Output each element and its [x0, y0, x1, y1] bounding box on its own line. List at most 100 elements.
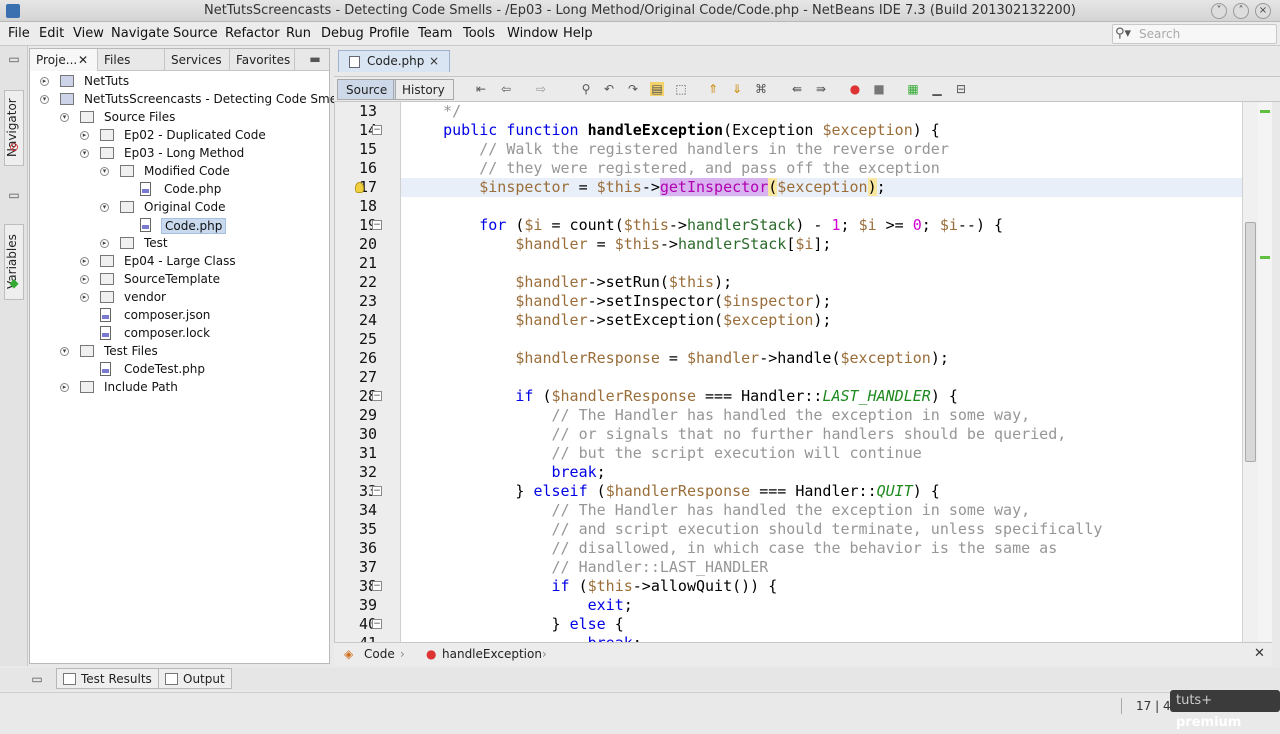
code-line[interactable]: $inspector = $this->getInspector($except… [401, 178, 1242, 197]
minimize-icon[interactable]: ˅ [1211, 3, 1227, 19]
code-line[interactable]: // Walk the registered handlers in the r… [401, 140, 1242, 159]
maximize-icon[interactable]: ˄ [1233, 3, 1249, 19]
menu-tools[interactable]: Tools [463, 26, 495, 41]
shift-left-icon[interactable]: ⇚ [790, 82, 804, 96]
project-tab-2[interactable]: Services [165, 49, 230, 71]
tree-item[interactable]: ▸ vendor [30, 289, 329, 307]
close-tab-icon[interactable]: × [429, 54, 439, 68]
code-line[interactable]: $handler->setInspector($inspector); [401, 292, 1242, 311]
tree-item[interactable]: ▸ Ep04 - Large Class [30, 253, 329, 271]
expand-toggle-icon[interactable]: ▾ [60, 113, 69, 122]
tree-item[interactable]: ▾ Original Code [30, 199, 329, 217]
breadcrumb-class[interactable]: Code [364, 647, 395, 661]
code-line[interactable]: // they were registered, and pass off th… [401, 159, 1242, 178]
expand-toggle-icon[interactable]: ▸ [100, 239, 109, 248]
code-line[interactable]: // Handler::LAST_HANDLER [401, 558, 1242, 577]
code-line[interactable]: // The Handler has handled the exception… [401, 501, 1242, 520]
expand-toggle-icon[interactable]: ▾ [40, 95, 49, 104]
find-icon[interactable]: ⚲ [579, 82, 593, 96]
minimize-panel-icon[interactable]: ▬ [308, 52, 322, 66]
menu-team[interactable]: Team [418, 26, 452, 41]
code-line[interactable]: // and script execution should terminate… [401, 520, 1242, 539]
code-line[interactable]: exit; [401, 596, 1242, 615]
menu-help[interactable]: Help [563, 26, 593, 41]
fold-toggle-icon[interactable]: − [372, 581, 382, 591]
tree-item[interactable]: ▾ Test Files [30, 343, 329, 361]
find-previous-icon[interactable]: ↶ [602, 82, 616, 96]
expand-toggle-icon[interactable]: ▸ [80, 131, 89, 140]
menu-profile[interactable]: Profile [369, 26, 409, 41]
project-tab-1[interactable]: Files [98, 49, 165, 71]
code-line[interactable]: $handler->setRun($this); [401, 273, 1242, 292]
test-results-tab[interactable]: Test Results [56, 668, 159, 689]
expand-toggle-icon[interactable]: ▸ [80, 257, 89, 266]
history-button[interactable]: History [393, 79, 454, 100]
comment-icon[interactable]: ▁ [930, 82, 944, 96]
code-line[interactable]: // but the script execution will continu… [401, 444, 1242, 463]
restore-window-icon[interactable]: ▭ [7, 188, 21, 202]
tree-item[interactable]: Code.php [30, 217, 329, 235]
code-line[interactable]: // disallowed, in which case the behavio… [401, 539, 1242, 558]
menu-refactor[interactable]: Refactor [225, 26, 280, 41]
code-line[interactable]: $handler->setException($exception); [401, 311, 1242, 330]
code-line[interactable]: for ($i = count($this->handlerStack) - 1… [401, 216, 1242, 235]
code-line[interactable]: // The Handler has handled the exception… [401, 406, 1242, 425]
code-line[interactable]: if ($handlerResponse === Handler::LAST_H… [401, 387, 1242, 406]
code-line[interactable]: if ($this->allowQuit()) { [401, 577, 1242, 596]
tree-item[interactable]: ▾ Source Files [30, 109, 329, 127]
menu-navigate[interactable]: Navigate [111, 26, 169, 41]
menu-edit[interactable]: Edit [39, 26, 64, 41]
tree-item[interactable]: ▸ Ep02 - Duplicated Code [30, 127, 329, 145]
menu-source[interactable]: Source [173, 26, 218, 41]
tree-item[interactable]: CodeTest.php [30, 361, 329, 379]
toggle-bookmark-icon[interactable]: ⌘ [754, 82, 768, 96]
code-line[interactable]: } elseif ($handlerResponse === Handler::… [401, 482, 1242, 501]
fold-toggle-icon[interactable]: − [372, 391, 382, 401]
menu-view[interactable]: View [73, 26, 104, 41]
tree-item[interactable]: ▸ NetTuts [30, 73, 329, 91]
code-line[interactable]: } else { [401, 615, 1242, 634]
record-macro-icon[interactable]: ● [848, 82, 862, 96]
fold-toggle-icon[interactable]: − [372, 486, 382, 496]
forward-icon[interactable]: ⇨ [534, 82, 548, 96]
tree-item[interactable]: ▾ Ep03 - Long Method [30, 145, 329, 163]
expand-toggle-icon[interactable]: ▾ [100, 167, 109, 176]
start-macro-icon[interactable]: ▦ [906, 82, 920, 96]
fold-toggle-icon[interactable]: − [372, 619, 382, 629]
expand-toggle-icon[interactable]: ▾ [100, 203, 109, 212]
rect-select-icon[interactable]: ⬚ [674, 82, 688, 96]
close-breadcrumb-icon[interactable]: ✕ [1254, 646, 1265, 661]
code-line[interactable]: break; [401, 634, 1242, 642]
code-line[interactable]: $handlerResponse = $handler->handle($exc… [401, 349, 1242, 368]
tree-item[interactable]: composer.json [30, 307, 329, 325]
tree-item[interactable]: ▸ SourceTemplate [30, 271, 329, 289]
expand-toggle-icon[interactable]: ▾ [80, 149, 89, 158]
restore-window-icon[interactable]: ▭ [7, 52, 21, 66]
last-edit-icon[interactable]: ⇤ [474, 82, 488, 96]
source-button[interactable]: Source [337, 79, 397, 100]
stop-macro-icon[interactable]: ■ [872, 82, 886, 96]
code-line[interactable]: */ [401, 102, 1242, 121]
editor-tab-code-php[interactable]: Code.php × [338, 50, 450, 72]
output-tab[interactable]: Output [158, 668, 232, 689]
expand-toggle-icon[interactable]: ▸ [40, 77, 49, 86]
stripe-mark[interactable] [1260, 256, 1270, 259]
toggle-highlight-icon[interactable]: ▤ [650, 82, 664, 96]
code-editor[interactable]: 13 14−15 16 17 18 19−20 21 22 23 24 25 26 27 28−29 30 3… [334, 102, 1242, 642]
code-line[interactable]: $handler = $this->handlerStack[$i]; [401, 235, 1242, 254]
lightbulb-hint-icon[interactable] [355, 182, 364, 193]
close-panel-icon[interactable]: ✕ [78, 53, 88, 67]
expand-toggle-icon[interactable]: ▸ [80, 293, 89, 302]
scrollbar-thumb[interactable] [1245, 222, 1256, 462]
previous-bookmark-icon[interactable]: ⇑ [706, 82, 720, 96]
tree-item[interactable]: Code.php [30, 181, 329, 199]
tree-item[interactable]: composer.lock [30, 325, 329, 343]
project-tab-3[interactable]: Favorites [230, 49, 295, 71]
code-line[interactable]: // or signals that no further handlers s… [401, 425, 1242, 444]
menu-file[interactable]: File [8, 26, 30, 41]
next-bookmark-icon[interactable]: ⇓ [730, 82, 744, 96]
vertical-scrollbar[interactable] [1242, 102, 1258, 642]
breadcrumb-method[interactable]: handleException [442, 647, 542, 661]
code-line[interactable] [401, 254, 1242, 273]
expand-toggle-icon[interactable]: ▸ [60, 383, 69, 392]
